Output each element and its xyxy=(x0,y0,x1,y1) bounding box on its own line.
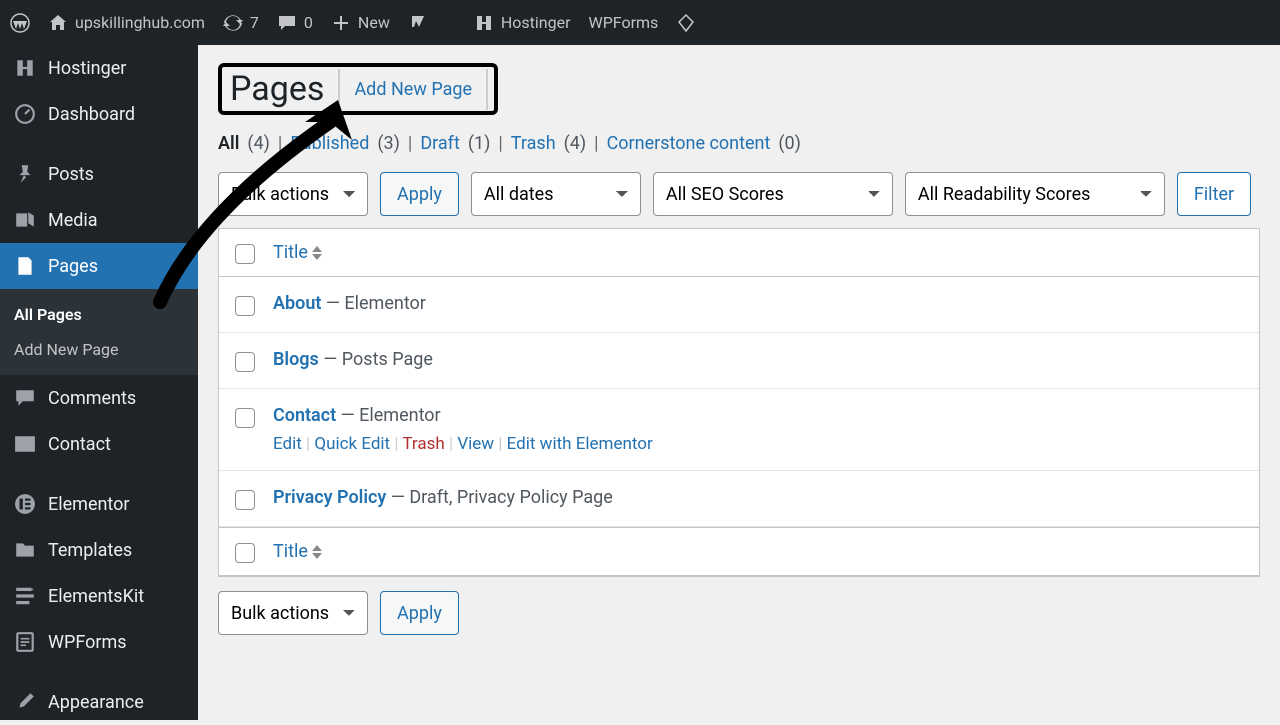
status-filter-links: All (4) | Published (3) | Draft (1) | Tr… xyxy=(218,133,1260,154)
sort-icon xyxy=(312,545,322,559)
sidebar-item-wpforms[interactable]: WPForms xyxy=(0,619,198,665)
apply-button-bottom[interactable]: Apply xyxy=(380,591,459,635)
action-edit-elementor[interactable]: Edit with Elementor xyxy=(507,434,653,454)
table-footer: Title xyxy=(219,527,1259,576)
sidebar-item-media[interactable]: Media xyxy=(0,197,198,243)
row-checkbox[interactable] xyxy=(235,352,255,372)
filter-published[interactable]: Published xyxy=(290,133,369,154)
table-row: Blogs — Posts Page xyxy=(219,333,1259,389)
tablenav-bottom: Bulk actions Apply xyxy=(218,591,1260,635)
sidebar-item-comments[interactable]: Comments xyxy=(0,375,198,421)
filter-cornerstone[interactable]: Cornerstone content xyxy=(607,133,771,154)
sidebar-submenu-pages: All Pages Add New Page xyxy=(0,289,198,375)
table-row: About — Elementor xyxy=(219,277,1259,333)
sidebar-item-templates[interactable]: Templates xyxy=(0,527,198,573)
sidebar-item-appearance[interactable]: Appearance xyxy=(0,679,198,725)
diamond-icon xyxy=(676,13,696,33)
action-trash[interactable]: Trash xyxy=(402,434,444,454)
page-title-link[interactable]: Privacy Policy xyxy=(273,487,386,508)
page-title-link[interactable]: Blogs xyxy=(273,349,319,370)
bulk-actions-select[interactable]: Bulk actions xyxy=(218,172,368,216)
elementskit-icon xyxy=(14,585,36,607)
yoast-icon xyxy=(408,13,428,33)
home-icon xyxy=(48,13,68,33)
column-title-footer[interactable]: Title xyxy=(273,541,322,562)
toolbar-wpforms[interactable]: WPForms xyxy=(589,13,659,32)
page-heading-highlight: Pages Add New Page xyxy=(218,63,498,115)
wp-logo[interactable] xyxy=(10,13,30,33)
folder-icon xyxy=(14,539,36,561)
wpforms-icon xyxy=(14,631,36,653)
content-area: Pages Add New Page All (4) | Published (… xyxy=(198,45,1280,720)
filter-trash[interactable]: Trash xyxy=(511,133,556,154)
sort-icon xyxy=(312,246,322,260)
sidebar-item-dashboard[interactable]: Dashboard xyxy=(0,91,198,137)
add-new-page-button[interactable]: Add New Page xyxy=(338,69,488,110)
seo-filter-select[interactable]: All SEO Scores xyxy=(653,172,893,216)
page-title: Pages xyxy=(222,67,332,111)
mail-icon xyxy=(14,433,36,455)
sidebar-item-posts[interactable]: Posts xyxy=(0,151,198,197)
toolbar-comments[interactable]: 0 xyxy=(277,13,313,33)
filter-draft[interactable]: Draft xyxy=(420,133,460,154)
select-all-checkbox-footer[interactable] xyxy=(235,543,255,563)
sidebar-item-hostinger[interactable]: Hostinger xyxy=(0,45,198,91)
column-title[interactable]: Title xyxy=(273,242,322,263)
bulk-actions-select-bottom[interactable]: Bulk actions xyxy=(218,591,368,635)
comment-icon xyxy=(277,13,297,33)
plus-icon xyxy=(331,13,351,33)
toolbar-hostinger[interactable]: Hostinger xyxy=(474,13,571,33)
row-checkbox[interactable] xyxy=(235,408,255,428)
media-icon xyxy=(14,209,36,231)
update-icon xyxy=(223,13,243,33)
toolbar-yoast[interactable] xyxy=(408,13,428,33)
page-title-link[interactable]: Contact xyxy=(273,405,336,426)
filter-all[interactable]: All xyxy=(218,133,239,154)
select-all-checkbox[interactable] xyxy=(235,244,255,264)
comment-icon xyxy=(14,387,36,409)
row-actions: Edit | Quick Edit | Trash | View | Edit … xyxy=(273,434,653,454)
filter-button[interactable]: Filter xyxy=(1177,172,1251,216)
pages-table: Title About — Elementor Blogs — Posts Pa… xyxy=(218,228,1260,577)
brush-icon xyxy=(14,691,36,713)
dashboard-icon xyxy=(14,103,36,125)
action-edit[interactable]: Edit xyxy=(273,434,302,454)
readability-filter-select[interactable]: All Readability Scores xyxy=(905,172,1165,216)
sidebar-sub-add-new[interactable]: Add New Page xyxy=(0,332,198,367)
action-quick-edit[interactable]: Quick Edit xyxy=(314,434,390,454)
toolbar-site-name[interactable]: upskillinghub.com xyxy=(48,13,205,33)
table-row: Contact — Elementor Edit | Quick Edit | … xyxy=(219,389,1259,471)
toolbar-updates[interactable]: 7 xyxy=(223,13,259,33)
hostinger-icon xyxy=(14,57,36,79)
admin-toolbar: upskillinghub.com 7 0 New Hostinger WPFo… xyxy=(0,0,1280,45)
row-checkbox[interactable] xyxy=(235,296,255,316)
sidebar-item-elementor[interactable]: Elementor xyxy=(0,481,198,527)
sidebar-item-elementskit[interactable]: ElementsKit xyxy=(0,573,198,619)
row-checkbox[interactable] xyxy=(235,490,255,510)
apply-button[interactable]: Apply xyxy=(380,172,459,216)
sidebar-item-contact[interactable]: Contact xyxy=(0,421,198,467)
action-view[interactable]: View xyxy=(457,434,494,454)
table-header: Title xyxy=(219,228,1259,277)
sidebar-sub-all-pages[interactable]: All Pages xyxy=(0,297,198,332)
page-title-link[interactable]: About xyxy=(273,293,321,314)
page-icon xyxy=(14,255,36,277)
elementor-icon xyxy=(14,493,36,515)
dates-filter-select[interactable]: All dates xyxy=(471,172,641,216)
pin-icon xyxy=(14,163,36,185)
hostinger-icon xyxy=(474,13,494,33)
table-row: Privacy Policy — Draft, Privacy Policy P… xyxy=(219,471,1259,527)
tablenav-top: Bulk actions Apply All dates All SEO Sco… xyxy=(218,172,1260,216)
toolbar-new[interactable]: New xyxy=(331,13,390,33)
admin-sidebar: Hostinger Dashboard Posts Media Pages Al… xyxy=(0,45,198,720)
toolbar-diamond[interactable] xyxy=(676,13,696,33)
sidebar-item-pages[interactable]: Pages xyxy=(0,243,198,289)
